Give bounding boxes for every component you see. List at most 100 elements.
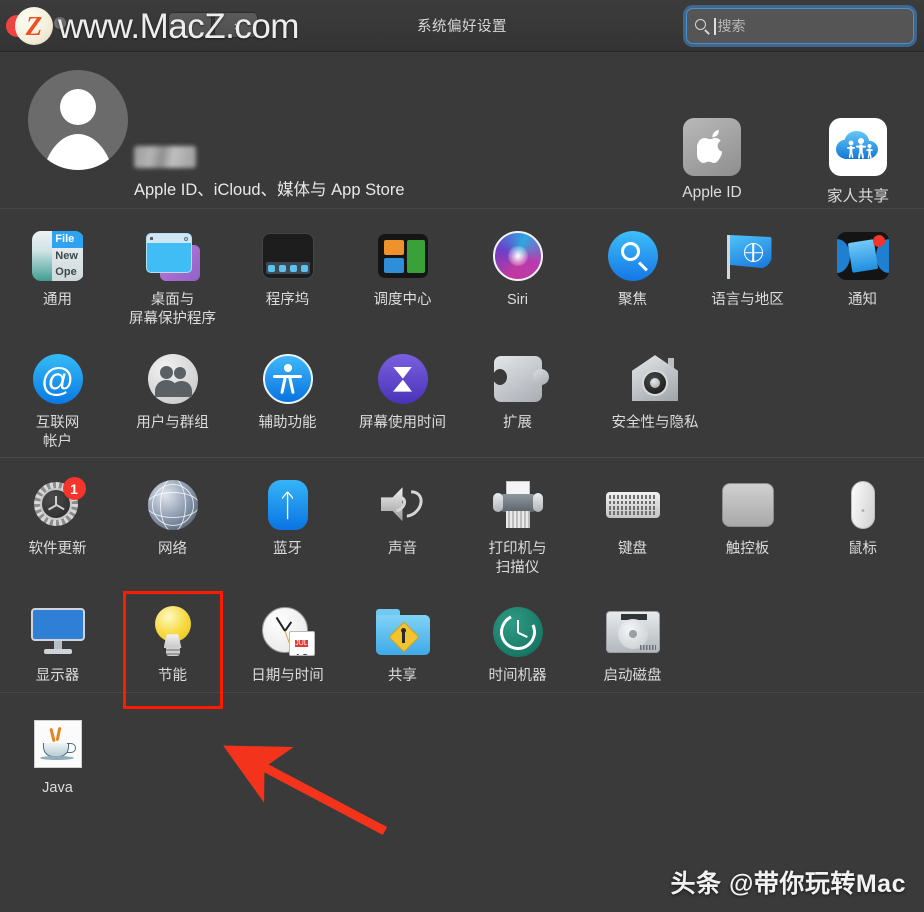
search-field[interactable]: 搜索 [686, 8, 914, 44]
system-preferences-window: ‹ › 系统偏好设置 搜索 Z www.MacZ.com Apple ID、iC… [0, 0, 924, 912]
pref-siri[interactable]: Siri [460, 221, 575, 328]
pref-label: 时间机器 [488, 668, 547, 685]
pref-network[interactable]: 网络 [115, 470, 230, 577]
trackpad-icon [690, 474, 805, 536]
pref-label: 触控板 [725, 541, 770, 558]
pref-bluetooth[interactable]: ᛏ 蓝牙 [230, 470, 345, 577]
bottom-watermark: 头条 @带你玩转Mac [670, 870, 906, 898]
screen-time-icon [345, 348, 460, 410]
pref-date-time[interactable]: JUL 18 日期与时间 [230, 597, 345, 686]
pref-label: 屏幕使用时间 [359, 415, 446, 432]
account-tiles: Apple ID 家人共享 [660, 118, 910, 206]
search-icon [694, 18, 711, 35]
pref-label: 通用 [43, 292, 72, 308]
pref-label: 安全性与隐私 [611, 415, 699, 432]
pref-label: 软件更新 [28, 541, 87, 558]
mission-control-icon [345, 225, 460, 287]
pref-label: 鼠标 [848, 541, 877, 558]
energy-saver-icon [115, 601, 230, 663]
time-machine-icon [460, 601, 575, 663]
pref-label: 互联网 帐户 [35, 415, 80, 450]
pref-startup-disk[interactable]: 启动磁盘 [575, 597, 690, 686]
java-icon [0, 713, 115, 775]
pref-software-update[interactable]: 1 软件更新 [0, 470, 115, 577]
pref-label: 节能 [158, 668, 187, 685]
calendar-day: 18 [294, 651, 308, 655]
pref-internet-accounts[interactable]: @ 互联网 帐户 [0, 344, 115, 451]
account-name-redacted [134, 146, 196, 168]
apple-id-banner[interactable]: Apple ID、iCloud、媒体与 App Store Apple ID 家… [0, 52, 924, 208]
pref-label: 扩展 [503, 415, 532, 432]
sound-icon [345, 474, 460, 536]
extensions-icon [460, 348, 575, 410]
bluetooth-icon: ᛏ [230, 474, 345, 536]
pref-java[interactable]: Java [0, 709, 115, 798]
preferences-section-hardware: 1 软件更新 网络 ᛏ 蓝牙 声音 打印机与 扫描仪 键盘 触控板 鼠标 显示器… [0, 458, 924, 710]
preferences-row: 显示器 节能 JUL 18 [0, 591, 924, 710]
pref-label: 打印机与 扫描仪 [488, 541, 547, 576]
language-region-icon [690, 225, 805, 287]
pref-sharing[interactable]: 共享 [345, 597, 460, 686]
pref-sound[interactable]: 声音 [345, 470, 460, 577]
pref-desktop-screensaver[interactable]: 桌面与 屏幕保护程序 [115, 221, 230, 328]
spotlight-icon [575, 225, 690, 287]
pref-dock[interactable]: 程序坞 [230, 221, 345, 328]
pref-printers-scanners[interactable]: 打印机与 扫描仪 [460, 470, 575, 577]
pref-mission-control[interactable]: 调度中心 [345, 221, 460, 328]
pref-label: 通知 [848, 292, 877, 308]
pref-extensions[interactable]: 扩展 [460, 344, 575, 451]
accessibility-icon [230, 348, 345, 410]
preferences-section-personal: File New Ope 通用 桌面与 屏幕保护程序 程序坞 调度中心 Siri… [0, 209, 924, 457]
pref-keyboard[interactable]: 键盘 [575, 470, 690, 577]
keyboard-icon [575, 474, 690, 536]
tile-family-sharing[interactable]: 家人共享 [806, 118, 910, 206]
account-subtitle: Apple ID、iCloud、媒体与 App Store [134, 181, 405, 199]
search-input[interactable]: 搜索 [718, 16, 746, 36]
pref-accessibility[interactable]: 辅助功能 [230, 344, 345, 451]
sharing-icon [345, 601, 460, 663]
pref-trackpad[interactable]: 触控板 [690, 470, 805, 577]
displays-icon [0, 601, 115, 663]
printers-scanners-icon [460, 474, 575, 536]
window-titlebar: ‹ › 系统偏好设置 搜索 Z www.MacZ.com [0, 0, 924, 52]
pref-displays[interactable]: 显示器 [0, 597, 115, 686]
pref-label: 显示器 [35, 668, 80, 685]
pref-screen-time[interactable]: 屏幕使用时间 [345, 344, 460, 451]
pref-general[interactable]: File New Ope 通用 [0, 221, 115, 328]
pref-language-region[interactable]: 语言与地区 [690, 221, 805, 328]
pref-label: 日期与时间 [251, 668, 324, 685]
siri-icon [460, 225, 575, 287]
pref-energy-saver[interactable]: 节能 [115, 591, 230, 710]
apple-logo-icon [683, 118, 741, 176]
pref-mouse[interactable]: 鼠标 [805, 470, 920, 577]
pref-label: 键盘 [618, 541, 647, 558]
avatar[interactable] [28, 70, 128, 170]
family-sharing-cloud-icon [829, 118, 887, 176]
pref-spotlight[interactable]: 聚焦 [575, 221, 690, 328]
software-update-icon: 1 [0, 474, 115, 536]
preferences-section-other: Java [0, 693, 924, 804]
preferences-row: File New Ope 通用 桌面与 屏幕保护程序 程序坞 调度中心 Siri… [0, 221, 924, 328]
pref-security-privacy[interactable]: 安全性与隐私 [575, 344, 735, 451]
pref-users-groups[interactable]: 用户与群组 [115, 344, 230, 451]
pref-label: 调度中心 [373, 292, 432, 308]
dock-icon [230, 225, 345, 287]
general-icon: File New Ope [0, 225, 115, 287]
mouse-icon [805, 474, 920, 536]
pref-time-machine[interactable]: 时间机器 [460, 597, 575, 686]
person-avatar-icon [60, 89, 96, 125]
network-icon [115, 474, 230, 536]
pref-label: 语言与地区 [711, 292, 784, 308]
desktop-screensaver-icon [115, 225, 230, 287]
pref-label: 启动磁盘 [603, 668, 662, 685]
status-badge: 1 [62, 477, 86, 501]
tile-apple-id[interactable]: Apple ID [660, 118, 764, 206]
pref-label: 聚焦 [618, 292, 647, 308]
pref-label: 用户与群组 [136, 415, 209, 432]
users-groups-icon [115, 348, 230, 410]
pref-label: Java [42, 779, 73, 796]
pref-label: 共享 [388, 668, 417, 685]
internet-accounts-icon: @ [0, 348, 115, 410]
preferences-row: @ 互联网 帐户 用户与群组 辅助功能 屏幕使用时间 扩展 安全性与隐私 [0, 344, 924, 451]
pref-notifications[interactable]: 通知 [805, 221, 920, 328]
